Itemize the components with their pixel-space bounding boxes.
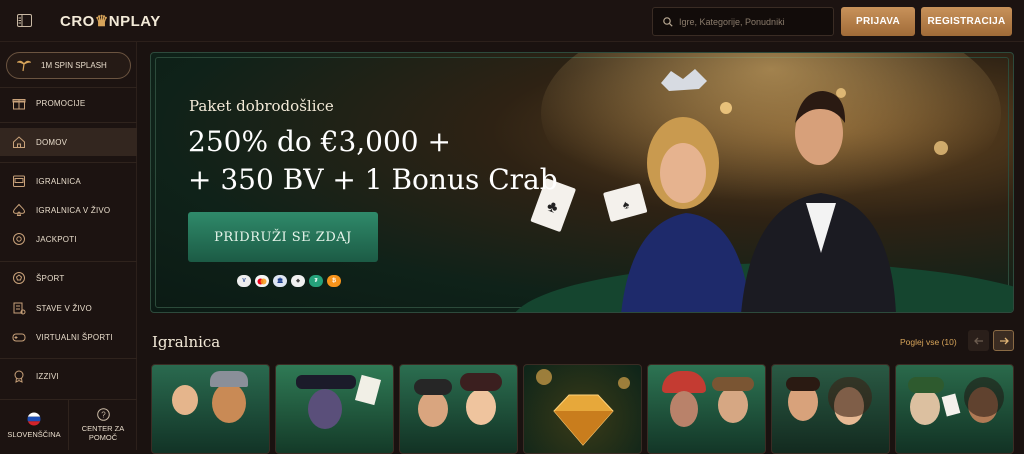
- register-button[interactable]: REGISTRACIJA: [921, 7, 1012, 36]
- hero-subtitle: Paket dobrodošlice: [189, 97, 334, 115]
- spade-icon: [12, 203, 26, 216]
- sidebar-item-igralnica[interactable]: IGRALNICA: [0, 167, 137, 195]
- help-label-line1: CENTER ZA: [81, 424, 125, 433]
- sidebar-item-label: PROMOCIJE: [36, 98, 86, 108]
- sidebar-item-sport[interactable]: ŠPORT: [0, 264, 137, 292]
- bank-icon: 🏛: [273, 275, 287, 287]
- slot-machine-icon: [13, 175, 25, 187]
- hero-title: 250% do €3,000 + + 350 BV + 1 Bonus Crab: [188, 123, 558, 199]
- sidebar-item-igralnica-v-zivo[interactable]: IGRALNICA V ŽIVO: [0, 196, 137, 224]
- sidebar-item-promocije[interactable]: PROMOCIJE: [0, 89, 137, 117]
- help-icon: ?: [96, 408, 110, 421]
- home-icon: [13, 136, 25, 148]
- sidebar-item-label: IGRALNICA: [36, 176, 81, 186]
- bitcoin-icon: ₿: [327, 275, 341, 287]
- spin-splash-label: 1M SPIN SPLASH: [41, 61, 107, 70]
- ethereum-icon: ◆: [291, 275, 305, 287]
- voodoo-game-tile[interactable]: [275, 364, 394, 454]
- game-carousel: [151, 364, 1014, 454]
- logo-text-end: NPLAY: [108, 12, 161, 30]
- chip-icon: [13, 233, 25, 245]
- pirates-game-tile[interactable]: [399, 364, 518, 454]
- carousel-next-button[interactable]: [993, 330, 1014, 351]
- hero-title-line1: 250% do €3,000 +: [188, 125, 451, 158]
- medal-icon: [14, 370, 24, 383]
- palm-tree-icon: [17, 60, 31, 72]
- logo-text-start: CRO: [60, 12, 95, 30]
- sidebar-divider: [0, 162, 137, 163]
- viking-game-tile[interactable]: [151, 364, 270, 454]
- mastercard-icon: [255, 275, 269, 287]
- join-now-button[interactable]: PRIDRUŽI SE ZDAJ: [188, 212, 378, 262]
- sidebar-item-label: ŠPORT: [36, 273, 65, 283]
- visa-icon: V: [237, 275, 251, 287]
- aztec-game-tile[interactable]: [647, 364, 766, 454]
- sidebar-item-label: VIRTUALNI ŠPORTI: [36, 332, 113, 342]
- diamond-icon: [536, 369, 630, 446]
- spin-splash-button[interactable]: 1M SPIN SPLASH: [6, 52, 131, 79]
- slovenia-flag-icon: [27, 412, 41, 425]
- sidebar-item-izzivi[interactable]: IZZIVI: [0, 362, 137, 390]
- poker-couple-game-tile[interactable]: [771, 364, 890, 454]
- section-title-igralnica: Igralnica: [152, 333, 221, 351]
- view-all-link[interactable]: Poglej vse (10): [900, 337, 957, 347]
- hero-banner: ♣ ♠ Paket dobrodošlice 250% do €3,000 + …: [150, 52, 1014, 313]
- sidebar: 1M SPIN SPLASH PROMOCIJE DOMOV IGRALNICA…: [0, 42, 137, 450]
- help-center-button[interactable]: ? CENTER ZA POMOČ: [68, 400, 137, 450]
- language-label: SLOVENŠČINA: [7, 429, 61, 439]
- sidebar-toggle-button[interactable]: [0, 0, 48, 42]
- sidebar-item-label: JACKPOTI: [36, 234, 77, 244]
- sidebar-item-stave-v-zivo[interactable]: STAVE V ŽIVO: [0, 294, 137, 322]
- sidebar-toggle-icon: [16, 14, 32, 27]
- language-selector[interactable]: SLOVENŠČINA: [0, 400, 68, 450]
- search-placeholder: Igre, Kategorije, Ponudniki: [679, 16, 785, 27]
- search-input[interactable]: Igre, Kategorije, Ponudniki: [652, 7, 834, 36]
- logo[interactable]: CRO♛NPLAY: [60, 12, 161, 30]
- sidebar-item-label: DOMOV: [36, 137, 68, 147]
- sidebar-item-virtualni-sporti[interactable]: VIRTUALNI ŠPORTI: [0, 323, 137, 351]
- sidebar-item-label: IZZIVI: [36, 371, 59, 381]
- sidebar-item-jackpoti[interactable]: JACKPOTI: [0, 225, 137, 253]
- search-icon: [663, 16, 673, 27]
- arrow-right-icon: [999, 337, 1009, 344]
- hero-title-line2: + 350 BV + 1 Bonus Crab: [188, 163, 558, 196]
- sidebar-footer: SLOVENŠČINA ? CENTER ZA POMOČ: [0, 399, 137, 450]
- gift-icon: [12, 99, 26, 110]
- gamepad-icon: [12, 333, 26, 342]
- joker-game-tile[interactable]: [895, 364, 1014, 454]
- football-icon: [13, 272, 25, 284]
- help-label-line2: POMOČ: [88, 433, 118, 442]
- svg-text:?: ?: [101, 410, 106, 419]
- payment-methods: V 🏛 ◆ ₮ ₿: [237, 275, 341, 287]
- login-button[interactable]: PRIJAVA: [841, 7, 915, 36]
- sidebar-divider: [0, 87, 137, 88]
- sidebar-divider: [0, 358, 137, 359]
- tether-icon: ₮: [309, 275, 323, 287]
- diamond-game-tile[interactable]: [523, 364, 642, 454]
- sidebar-item-label: STAVE V ŽIVO: [36, 303, 92, 313]
- arrow-left-icon: [973, 337, 983, 344]
- sidebar-item-domov[interactable]: DOMOV: [0, 128, 137, 156]
- carousel-prev-button[interactable]: [968, 330, 989, 351]
- sidebar-divider: [0, 261, 137, 262]
- crown-icon: ♛: [94, 12, 109, 30]
- top-bar: CRO♛NPLAY Igre, Kategorije, Ponudniki PR…: [0, 0, 1024, 42]
- sidebar-divider: [0, 122, 137, 123]
- sidebar-item-label: IGRALNICA V ŽIVO: [36, 205, 111, 215]
- live-bets-icon: [13, 302, 26, 315]
